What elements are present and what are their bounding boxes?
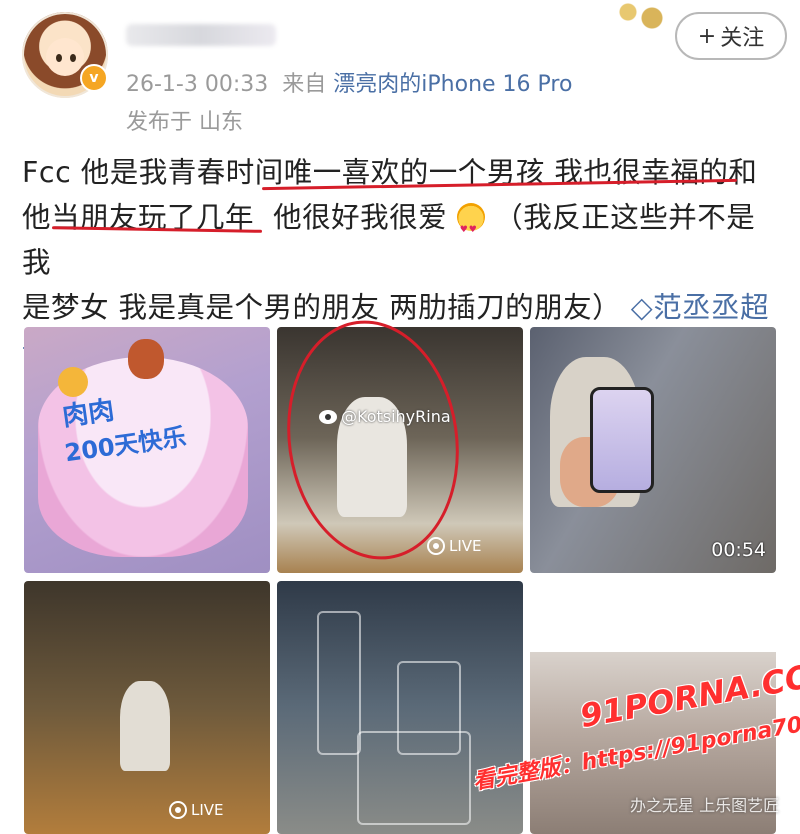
post-line: 是梦女 我是真是个男的朋友 两肋插刀的朋友） ◇范丞丞超	[22, 285, 782, 330]
live-label: LIVE	[449, 537, 482, 555]
post-text-span: 是梦女 我是真是个男的朋友 两肋插刀的朋友）	[22, 291, 622, 324]
plus-icon: +	[697, 23, 717, 49]
video-duration: 00:54	[711, 539, 766, 561]
phone-image	[590, 387, 654, 493]
post-line: Fcc 他是我青春时间唯一喜欢的一个男孩 我也很幸福的和	[22, 156, 758, 189]
avatar-face	[46, 38, 84, 76]
bear-icon	[128, 339, 164, 379]
photo-live-2[interactable]: LIVE	[24, 581, 270, 834]
live-badge: LIVE	[169, 801, 224, 819]
decoration-icon	[610, 0, 670, 30]
glass-image	[357, 731, 471, 825]
source-device-link[interactable]: 漂亮肉的iPhone 16 Pro	[333, 72, 572, 97]
diamond-icon: ◇	[630, 291, 654, 324]
live-label: LIVE	[191, 801, 224, 819]
live-icon	[169, 801, 187, 819]
source-prefix: 来自	[282, 72, 327, 97]
verified-badge-icon: v	[80, 64, 108, 92]
photo-video[interactable]: 00:54	[530, 327, 776, 573]
heart-eyes-emoji-icon	[456, 203, 485, 253]
follow-label: 关注	[720, 26, 765, 51]
topic-link[interactable]: 范丞丞超	[653, 291, 769, 324]
post-text-span: 他很好我很爱	[273, 201, 448, 234]
post-timestamp: 26-1-3 00:33	[126, 72, 269, 97]
bottom-watermark: 办之无星 上乐图艺匠	[630, 796, 780, 815]
person-figure	[120, 681, 170, 771]
post-line: 他当朋友玩了几年 他很好我很爱 （我反正这些并不是我	[22, 195, 782, 285]
avatar-eye	[70, 54, 76, 62]
avatar-eye	[56, 54, 62, 62]
post-meta: 26-1-3 00:33 来自 漂亮肉的iPhone 16 Pro	[126, 66, 572, 98]
bottle-image	[317, 611, 361, 755]
live-badge: LIVE	[427, 537, 482, 555]
photo-bottles[interactable]	[277, 581, 523, 834]
username-blurred[interactable]	[126, 24, 276, 46]
live-icon	[427, 537, 445, 555]
follow-button[interactable]: + 关注	[675, 12, 787, 60]
post-location: 发布于 山东	[126, 110, 243, 135]
post-header: v 26-1-3 00:33 来自 漂亮肉的iPhone 16 Pro 发布于 …	[0, 0, 800, 140]
photo-cake[interactable]: 肉肉 200天快乐	[24, 327, 270, 573]
